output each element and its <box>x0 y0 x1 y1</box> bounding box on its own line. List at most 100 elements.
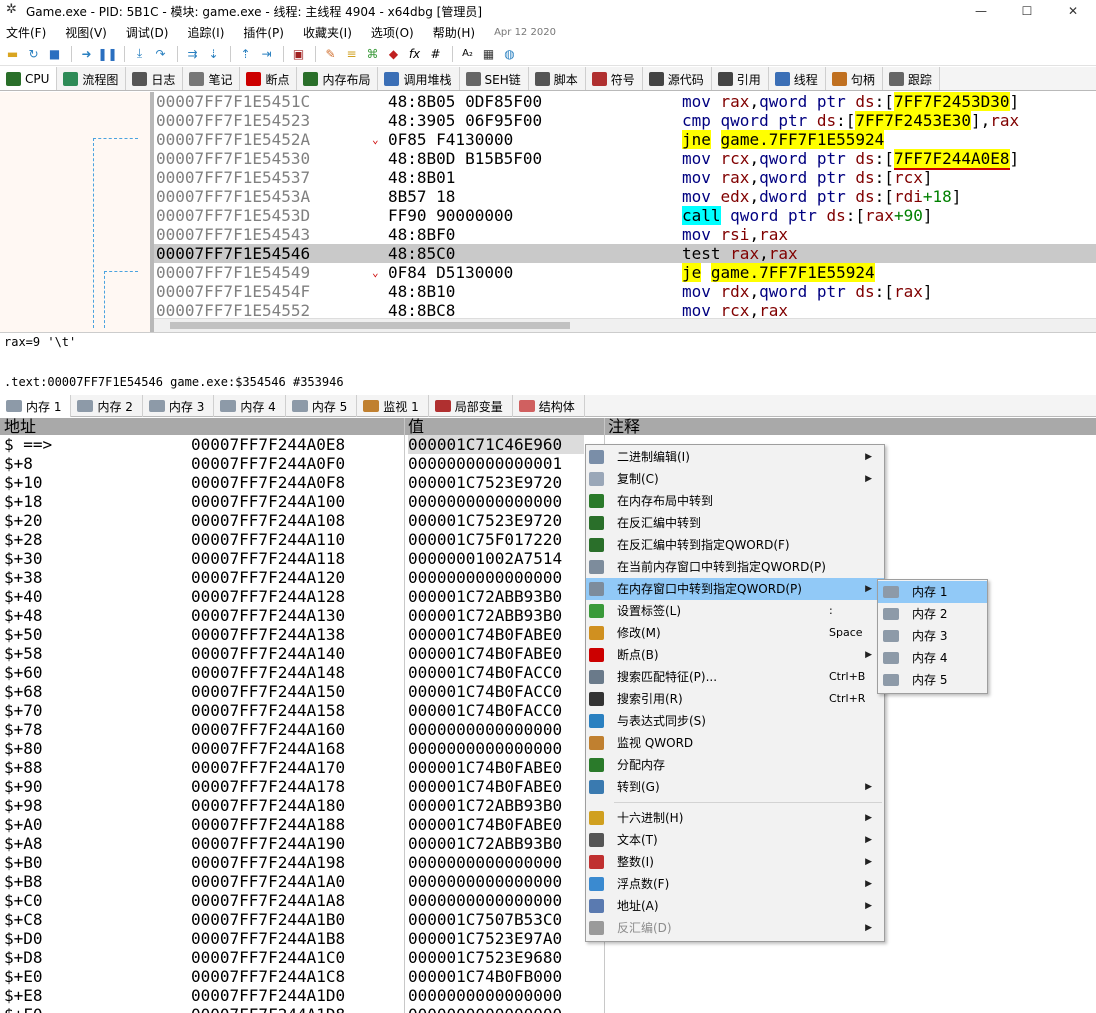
memory-row[interactable]: $+30 00007FF7F244A118 00000001002A7514 <box>0 549 600 568</box>
tab-symbol[interactable]: 符号 <box>586 67 643 90</box>
instruction-row[interactable]: 00007FF7F1E5451C 48:8B05 0DF85F00 mov rax,… <box>154 92 1096 111</box>
tab-handle[interactable]: 句柄 <box>826 67 883 90</box>
current-instruction-row[interactable]: 00007FF7F1E54546 48:85C0 test rax,rax <box>154 244 1096 263</box>
address-column-header[interactable]: 地址 <box>4 418 36 435</box>
tab-callstack[interactable]: 调用堆栈 <box>378 67 460 90</box>
menu-item[interactable]: 分配内存 <box>586 754 884 776</box>
tab-thread[interactable]: 线程 <box>769 67 826 90</box>
memory-row[interactable]: $+C8 00007FF7F244A1B0 000001C7507B53C0 <box>0 910 600 929</box>
menu-trace[interactable]: 追踪(I) <box>187 24 224 41</box>
memory-row[interactable]: $+98 00007FF7F244A180 000001C72ABB93B0 <box>0 796 600 815</box>
menu-item[interactable]: 与表达式同步(S) <box>586 710 884 732</box>
menu-debug[interactable]: 调试(D) <box>126 24 169 41</box>
pause-icon[interactable]: ❚❚ <box>97 44 117 63</box>
run-icon[interactable]: ➜ <box>77 44 96 63</box>
memory-row[interactable]: $+18 00007FF7F244A100 0000000000000000 <box>0 492 600 511</box>
menu-file[interactable]: 文件(F) <box>6 24 46 41</box>
menu-favourites[interactable]: 收藏夹(I) <box>303 24 352 41</box>
step-into-icon[interactable]: ⤓ <box>130 44 149 63</box>
memory-tab[interactable]: 内存 5 <box>286 395 358 417</box>
memory-row[interactable]: $+D8 00007FF7F244A1C0 000001C7523E9680 <box>0 948 600 967</box>
instruction-row[interactable]: 00007FF7F1E5454F 48:8B10 mov rdx,qword ptr… <box>154 282 1096 301</box>
scrollbar-thumb[interactable] <box>170 322 570 329</box>
menu-item[interactable]: 浮点数(F) ▶ <box>586 873 884 895</box>
function-icon[interactable]: fx <box>405 44 424 63</box>
tab-memory-map[interactable]: 内存布局 <box>297 67 379 90</box>
comments-icon[interactable]: ≡ <box>342 44 361 63</box>
patch-icon[interactable]: ✎ <box>321 44 340 63</box>
memory-row[interactable]: $+58 00007FF7F244A140 000001C74B0FABE0 <box>0 644 600 663</box>
memory-row[interactable]: $+A0 00007FF7F244A188 000001C74B0FABE0 <box>0 815 600 834</box>
memory-row[interactable]: $+88 00007FF7F244A170 000001C74B0FABE0 <box>0 758 600 777</box>
submenu-item-dump-2[interactable]: 内存 2 <box>878 603 987 625</box>
labels-icon[interactable]: ⌘ <box>363 44 382 63</box>
instruction-row[interactable]: 00007FF7F1E5452A ⌄ 0F85 F4130000 jne game.7… <box>154 130 1096 149</box>
menu-item[interactable]: 二进制编辑(I) ▶ <box>586 446 884 468</box>
memory-row[interactable]: $+40 00007FF7F244A128 000001C72ABB93B0 <box>0 587 600 606</box>
memory-dump[interactable]: $ ==> 00007FF7F244A0E8 000001C71C46E960 $+8… <box>0 435 1096 1013</box>
memory-row[interactable]: $+A8 00007FF7F244A190 000001C72ABB93B0 <box>0 834 600 853</box>
memory-row[interactable]: $+F0 00007FF7F244A1D8 0000000000000000 <box>0 1005 600 1013</box>
tab-script[interactable]: 脚本 <box>529 67 586 90</box>
memory-row[interactable]: $+B0 00007FF7F244A198 0000000000000000 <box>0 853 600 872</box>
submenu-item-dump-3[interactable]: 内存 3 <box>878 625 987 647</box>
submenu-item-dump-5[interactable]: 内存 5 <box>878 669 987 691</box>
menu-item[interactable]: 复制(C) ▶ <box>586 468 884 490</box>
memory-row[interactable]: $+10 00007FF7F244A0F8 000001C7523E9720 <box>0 473 600 492</box>
instruction-row[interactable]: 00007FF7F1E54537 48:8B01 mov rax,qword ptr… <box>154 168 1096 187</box>
strings-icon[interactable]: A₂ <box>458 44 477 63</box>
tab-notes[interactable]: 笔记 <box>183 67 241 90</box>
menu-item[interactable]: 设置标签(L): <box>586 600 884 622</box>
memory-tab[interactable]: 内存 4 <box>214 395 286 417</box>
instruction-row[interactable]: 00007FF7F1E54543 48:8BF0 mov rsi,rax <box>154 225 1096 244</box>
menu-item[interactable]: 监视 QWORD <box>586 732 884 754</box>
menu-item[interactable]: 在反汇编中转到 <box>586 512 884 534</box>
memory-row[interactable]: $ ==> 00007FF7F244A0E8 000001C71C46E960 <box>0 435 600 454</box>
trace-over-icon[interactable]: ⇣ <box>204 44 223 63</box>
menu-item[interactable]: 搜索匹配特征(P)... Ctrl+B <box>586 666 884 688</box>
memory-row[interactable]: $+80 00007FF7F244A168 0000000000000000 <box>0 739 600 758</box>
memory-row[interactable]: $+50 00007FF7F244A138 000001C74B0FABE0 <box>0 625 600 644</box>
step-over-icon[interactable]: ↷ <box>151 44 170 63</box>
memory-row[interactable]: $+48 00007FF7F244A130 000001C72ABB93B0 <box>0 606 600 625</box>
tab-reference[interactable]: 引用 <box>712 67 769 90</box>
memory-tab[interactable]: 内存 3 <box>143 395 215 417</box>
scylla-icon[interactable]: ▣ <box>289 44 308 63</box>
tab-log[interactable]: 日志 <box>126 67 184 90</box>
menu-view[interactable]: 视图(V) <box>65 24 107 41</box>
memory-tab[interactable]: 内存 1 <box>0 395 72 417</box>
menu-item[interactable]: 文本(T) ▶ <box>586 829 884 851</box>
instruction-row[interactable]: 00007FF7F1E5453D FF90 90000000 call qword … <box>154 206 1096 225</box>
memory-row[interactable]: $+C0 00007FF7F244A1A8 0000000000000000 <box>0 891 600 910</box>
memory-row[interactable]: $+28 00007FF7F244A110 000001C75F017220 <box>0 530 600 549</box>
instruction-row[interactable]: 00007FF7F1E54549 ⌄ 0F84 D5130000 je game.7F… <box>154 263 1096 282</box>
value-column-header[interactable]: 值 <box>408 418 424 435</box>
menu-item[interactable]: 搜索引用(R) Ctrl+R <box>586 688 884 710</box>
menu-options[interactable]: 选项(O) <box>371 24 414 41</box>
memory-row[interactable]: $+8 00007FF7F244A0F0 0000000000000001 <box>0 454 600 473</box>
disassembly-scrollbar[interactable] <box>154 318 1096 332</box>
instruction-row[interactable]: 00007FF7F1E54530 48:8B0D B15B5F00 mov rcx,… <box>154 149 1096 170</box>
menu-item[interactable]: 在当前内存窗口中转到指定QWORD(P) <box>586 556 884 578</box>
menu-item[interactable]: 修改(M) Space <box>586 622 884 644</box>
menu-help[interactable]: 帮助(H) <box>433 24 475 41</box>
bookmarks-icon[interactable]: ◆ <box>384 44 403 63</box>
tab-breakpoint[interactable]: 断点 <box>240 67 298 90</box>
menu-item[interactable]: 在内存布局中转到 <box>586 490 884 512</box>
memory-row[interactable]: $+E0 00007FF7F244A1C8 000001C74B0FB000 <box>0 967 600 986</box>
memory-row[interactable]: $+78 00007FF7F244A160 0000000000000000 <box>0 720 600 739</box>
menu-item[interactable]: 断点(B) ▶ <box>586 644 884 666</box>
memory-row[interactable]: $+E8 00007FF7F244A1D0 0000000000000000 <box>0 986 600 1005</box>
memory-tab[interactable]: 监视 1 <box>357 395 429 417</box>
calculator-icon[interactable]: ▦ <box>479 44 498 63</box>
memory-row[interactable]: $+20 00007FF7F244A108 000001C7523E9720 <box>0 511 600 530</box>
trace-into-icon[interactable]: ⇉ <box>183 44 202 63</box>
memory-row[interactable]: $+68 00007FF7F244A150 000001C74B0FACC0 <box>0 682 600 701</box>
tab-source[interactable]: 源代码 <box>643 67 712 90</box>
run-to-user-code-icon[interactable]: ⇥ <box>257 44 276 63</box>
menu-item[interactable]: 十六进制(H) ▶ <box>586 807 884 829</box>
submenu-item-dump-1[interactable]: 内存 1 <box>878 581 987 603</box>
menu-item[interactable]: 地址(A) ▶ <box>586 895 884 917</box>
execute-till-return-icon[interactable]: ⇡ <box>236 44 255 63</box>
memory-row[interactable]: $+70 00007FF7F244A158 000001C74B0FACC0 <box>0 701 600 720</box>
